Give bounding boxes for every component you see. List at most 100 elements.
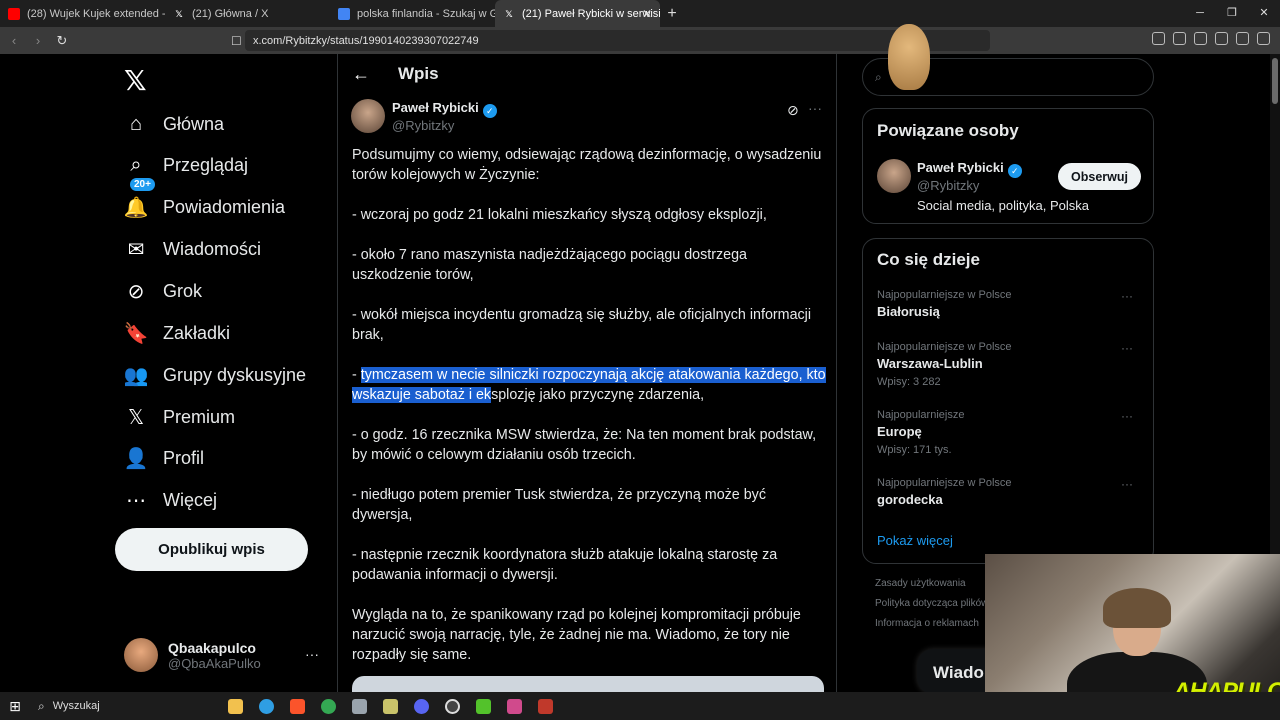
more-icon[interactable]: ··· [305, 646, 319, 662]
profile-icon: 👤 [123, 447, 149, 470]
brave-icon[interactable] [282, 692, 313, 720]
notification-badge: 20+ [130, 178, 155, 191]
footer-link[interactable]: Informacja o reklamach [875, 618, 979, 629]
nav-item-grok[interactable]: ⊘ Grok [124, 270, 202, 312]
page-title: Wpis [398, 64, 439, 83]
post-media[interactable] [352, 676, 824, 692]
trend-name: gorodecka [877, 492, 943, 507]
nav-item-home[interactable]: ⌂ Główna [124, 103, 224, 145]
more-icon[interactable]: ··· [808, 100, 822, 116]
avatar[interactable] [351, 99, 385, 133]
minimize-icon[interactable]: ─ [1184, 0, 1216, 27]
nav-label: Grok [163, 280, 203, 301]
post-paragraph: Podsumujmy co wiemy, odsiewając rządową … [352, 147, 822, 183]
verified-badge-icon: ✓ [1007, 164, 1022, 178]
trend-item[interactable]: Najpopularniejsze Europę Wpisy: 171 tys. ··… [877, 409, 1141, 456]
mail-icon: ✉ [127, 238, 145, 261]
text-prefix: - [352, 367, 361, 383]
account-switcher[interactable]: Qbaakapulco @QbaAkaPulko ··· [124, 638, 319, 672]
footer-link[interactable]: Zasady użytkowania [875, 578, 966, 589]
windows-start-icon[interactable]: ⊞ [0, 698, 30, 715]
nav-item-bell[interactable]: 🔔 20+ Powiadomienia [124, 178, 286, 228]
verified-badge-icon: ✓ [482, 104, 497, 118]
chrome-icon[interactable] [313, 692, 344, 720]
obs-icon[interactable] [437, 692, 468, 720]
app-icon[interactable] [499, 692, 530, 720]
x-logo-icon[interactable]: 𝕏 [124, 64, 147, 97]
nav-item-communities[interactable]: 👥 Grupy dyskusyjne [124, 354, 307, 396]
sidebar-icon[interactable] [1215, 32, 1228, 45]
reload-icon[interactable]: ↻ [52, 33, 72, 49]
post-text: Podsumujmy co wiemy, odsiewając rządową … [352, 145, 827, 685]
nav-item-more-circle[interactable]: ⋯ Więcej [124, 479, 217, 521]
nav-item-bookmark[interactable]: 🔖 Zakładki [124, 312, 230, 354]
wallet-icon[interactable] [1236, 32, 1249, 45]
streamer-hair [1103, 588, 1171, 628]
discord-icon[interactable] [406, 692, 437, 720]
browser-tab[interactable]: (28) Wujek Kujek extended - YouTube [0, 0, 165, 27]
extension-icon[interactable] [1194, 32, 1207, 45]
show-more-link[interactable]: Pokaż więcej [877, 533, 953, 548]
nav-label: Przeglądaj [163, 154, 249, 175]
new-tab-button[interactable]: + [660, 5, 684, 23]
more-icon[interactable]: ··· [1121, 341, 1133, 355]
forward-icon[interactable]: › [28, 33, 48, 48]
browser-tab[interactable]: 𝕏 (21) Główna / X [165, 0, 330, 27]
trend-context: Najpopularniejsze w Polsce [877, 477, 1012, 489]
extensions-area [1152, 32, 1270, 45]
back-icon[interactable]: ‹ [4, 33, 24, 48]
trend-item[interactable]: Najpopularniejsze w Polsce gorodecka ··· [877, 477, 1141, 507]
post-author: Paweł Rybicki ✓ @Rybitzky ⊘ ··· [351, 99, 826, 135]
browser-tab[interactable]: 𝕏 (21) Paweł Rybicki w serwisie X:✕ [495, 0, 660, 27]
nav-item-premium[interactable]: 𝕏 Premium [124, 396, 235, 438]
more-icon[interactable]: ··· [1121, 409, 1133, 423]
menu-icon[interactable] [1257, 32, 1270, 45]
google-icon [338, 7, 350, 20]
more-icon[interactable]: ··· [1121, 289, 1133, 303]
extension-icon[interactable] [1152, 32, 1165, 45]
footer-link[interactable]: Polityka dotycząca plików [875, 598, 988, 609]
nav-label: Powiadomienia [163, 196, 286, 217]
related-name[interactable]: Paweł Rybicki ✓ [917, 160, 1022, 178]
file-explorer-icon[interactable] [220, 692, 251, 720]
author-handle[interactable]: @Rybitzky [392, 118, 454, 133]
related-people-card: Powiązane osoby Paweł Rybicki ✓ @Rybitzky… [862, 108, 1154, 224]
app-icon[interactable] [530, 692, 561, 720]
related-handle[interactable]: @Rybitzky [917, 178, 979, 193]
follow-button[interactable]: Obserwuj [1058, 163, 1141, 190]
trend-name: Europę [877, 424, 922, 439]
more-icon[interactable]: ··· [1121, 477, 1133, 491]
edge-icon[interactable] [251, 692, 282, 720]
taskbar-search[interactable]: ⌕ Wyszukaj [30, 692, 220, 720]
trend-item[interactable]: Najpopularniejsze w Polsce Warszawa-Lubli… [877, 341, 1141, 388]
nav-item-profile[interactable]: 👤 Profil [124, 437, 204, 479]
trend-count: Wpisy: 171 tys. [877, 444, 952, 456]
trend-item[interactable]: Najpopularniejsze w Polsce Białorusią ··· [877, 289, 1141, 319]
author-name[interactable]: Paweł Rybicki ✓ [392, 100, 497, 118]
url-field[interactable]: ☐ x.com/Rybitzky/status/1990140239307022… [231, 30, 990, 51]
tab-title: (21) Paweł Rybicki w serwisie X: [522, 7, 660, 20]
youtube-icon [8, 7, 20, 20]
post-paragraph: - o godz. 16 rzecznika MSW stwierdza, że… [352, 427, 817, 463]
bookmark-page-icon[interactable]: ☐ [231, 34, 242, 48]
browser-tab[interactable]: polska finlandia - Szukaj w Google [330, 0, 495, 27]
nav-item-mail[interactable]: ✉ Wiadomości [124, 228, 261, 270]
post-paragraph-highlighted: - tymczasem w necie silniczki rozpoczyna… [352, 365, 827, 405]
app-icon[interactable] [468, 692, 499, 720]
restore-icon[interactable]: ❐ [1216, 0, 1248, 27]
scrollbar-thumb[interactable] [1272, 58, 1278, 104]
post-paragraph: - następnie rzecznik koordynatora służb … [352, 547, 778, 583]
back-arrow-icon[interactable]: ← [352, 64, 370, 85]
tab-title: (21) Główna / X [192, 7, 269, 20]
app-icon[interactable] [375, 692, 406, 720]
avatar[interactable] [877, 159, 911, 193]
publish-post-button[interactable]: Opublikuj wpis [115, 528, 308, 571]
extension-icon[interactable] [1173, 32, 1186, 45]
grok-explain-icon[interactable]: ⊘ [787, 102, 799, 119]
trend-context: Najpopularniejsze [877, 409, 965, 421]
close-window-icon[interactable]: ✕ [1248, 0, 1280, 27]
app-icon[interactable] [344, 692, 375, 720]
close-tab-icon[interactable]: ✕ [642, 7, 652, 21]
premium-icon: 𝕏 [127, 406, 145, 429]
account-handle: @QbaAkaPulko [168, 655, 261, 671]
